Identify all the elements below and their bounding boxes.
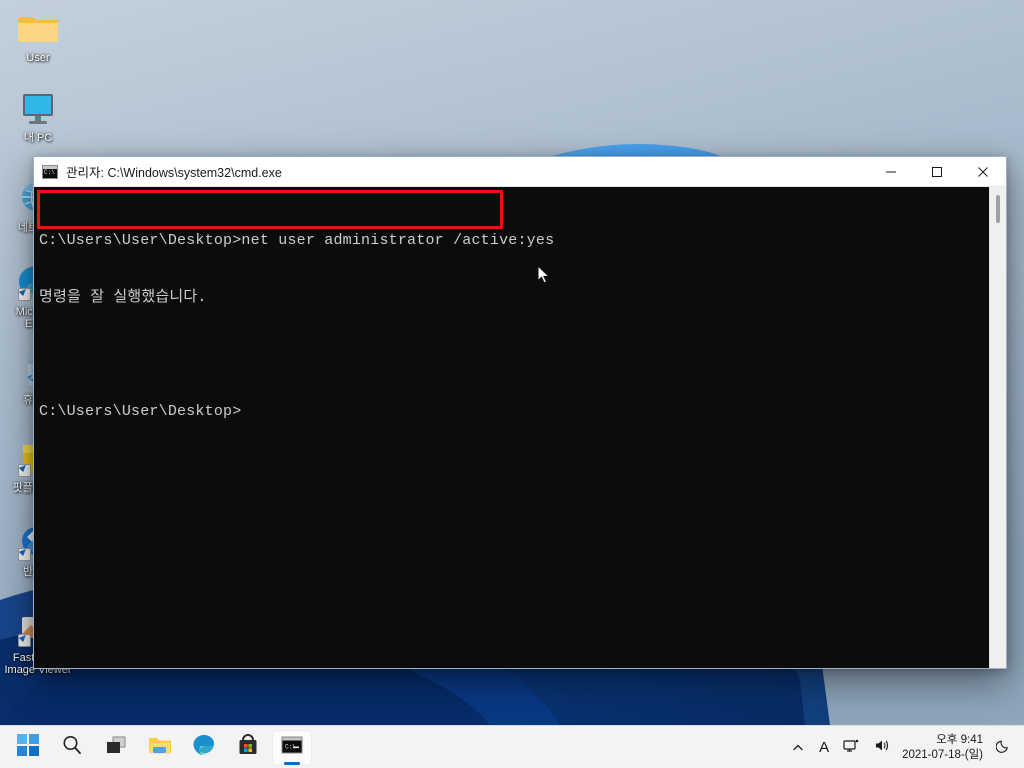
folder-icon	[16, 8, 60, 48]
maximize-button[interactable]	[914, 157, 960, 187]
window-title: 관리자: C:\Windows\system32\cmd.exe	[66, 166, 282, 180]
console-line: C:\Users\User\Desktop>net user administr…	[39, 232, 555, 249]
desktop-icon-user-folder[interactable]: User	[0, 8, 76, 64]
desktop[interactable]: User 내 PC Image Viewer C:\ 관리자: C:\Windo…	[0, 0, 1024, 768]
edge-icon	[192, 733, 216, 762]
taskbar-item-search[interactable]	[52, 730, 92, 766]
minimize-button[interactable]	[868, 157, 914, 187]
cmd-titlebar[interactable]: 관리자: C:\Windows\system32\cmd.exe	[34, 157, 1006, 187]
taskbar-item-edge[interactable]	[184, 730, 224, 766]
windows-start-icon	[17, 734, 39, 761]
volume-button[interactable]	[867, 731, 898, 765]
monitor-icon	[16, 88, 60, 128]
desktop-icon-label: User	[26, 52, 50, 64]
clock-time: 오후 9:41	[936, 733, 983, 746]
notification-center-button[interactable]	[989, 731, 1018, 765]
taskbar-item-start[interactable]	[8, 730, 48, 766]
taskbar-item-store[interactable]	[228, 730, 268, 766]
moon-icon	[995, 738, 1011, 758]
tray-overflow-button[interactable]	[784, 731, 812, 765]
taskbar-item-file-explorer[interactable]	[140, 730, 180, 766]
highlight-annotation-box	[37, 190, 503, 229]
clock-date: 2021-07-18-(일)	[902, 748, 983, 761]
taskbar-item-task-view[interactable]	[96, 730, 136, 766]
clock[interactable]: 오후 9:41 2021-07-18-(일)	[898, 731, 989, 765]
network-icon	[843, 738, 860, 758]
console-scrollbar[interactable]	[989, 187, 1006, 668]
close-button[interactable]	[960, 157, 1006, 187]
store-icon	[237, 734, 259, 761]
folder-icon	[148, 734, 172, 761]
task-view-icon	[105, 734, 127, 761]
desktop-icon-my-pc[interactable]: 내 PC	[0, 88, 76, 144]
cmd-icon	[42, 164, 58, 179]
ime-indicator[interactable]: A	[812, 731, 836, 765]
cmd-icon: C:\	[280, 734, 304, 761]
desktop-icon-label: 내 PC	[23, 132, 53, 144]
ime-label: A	[819, 739, 830, 756]
console-line: 명령을 잘 실행했습니다.	[39, 289, 207, 306]
search-icon	[61, 734, 83, 761]
console-output[interactable]: C:\Users\User\Desktop>net user administr…	[34, 187, 989, 668]
taskbar[interactable]: C:\ A 오후 9:41 2021-07-18-(일)	[0, 725, 1024, 768]
volume-icon	[874, 738, 891, 758]
console-area[interactable]: C:\Users\User\Desktop>net user administr…	[34, 187, 1006, 668]
console-line: C:\Users\User\Desktop>	[39, 403, 242, 420]
taskbar-item-cmd[interactable]: C:\	[272, 729, 312, 766]
cmd-window[interactable]: 관리자: C:\Windows\system32\cmd.exe C:\User…	[33, 156, 1007, 669]
scrollbar-thumb[interactable]	[996, 195, 1000, 223]
network-status-button[interactable]	[836, 731, 867, 765]
